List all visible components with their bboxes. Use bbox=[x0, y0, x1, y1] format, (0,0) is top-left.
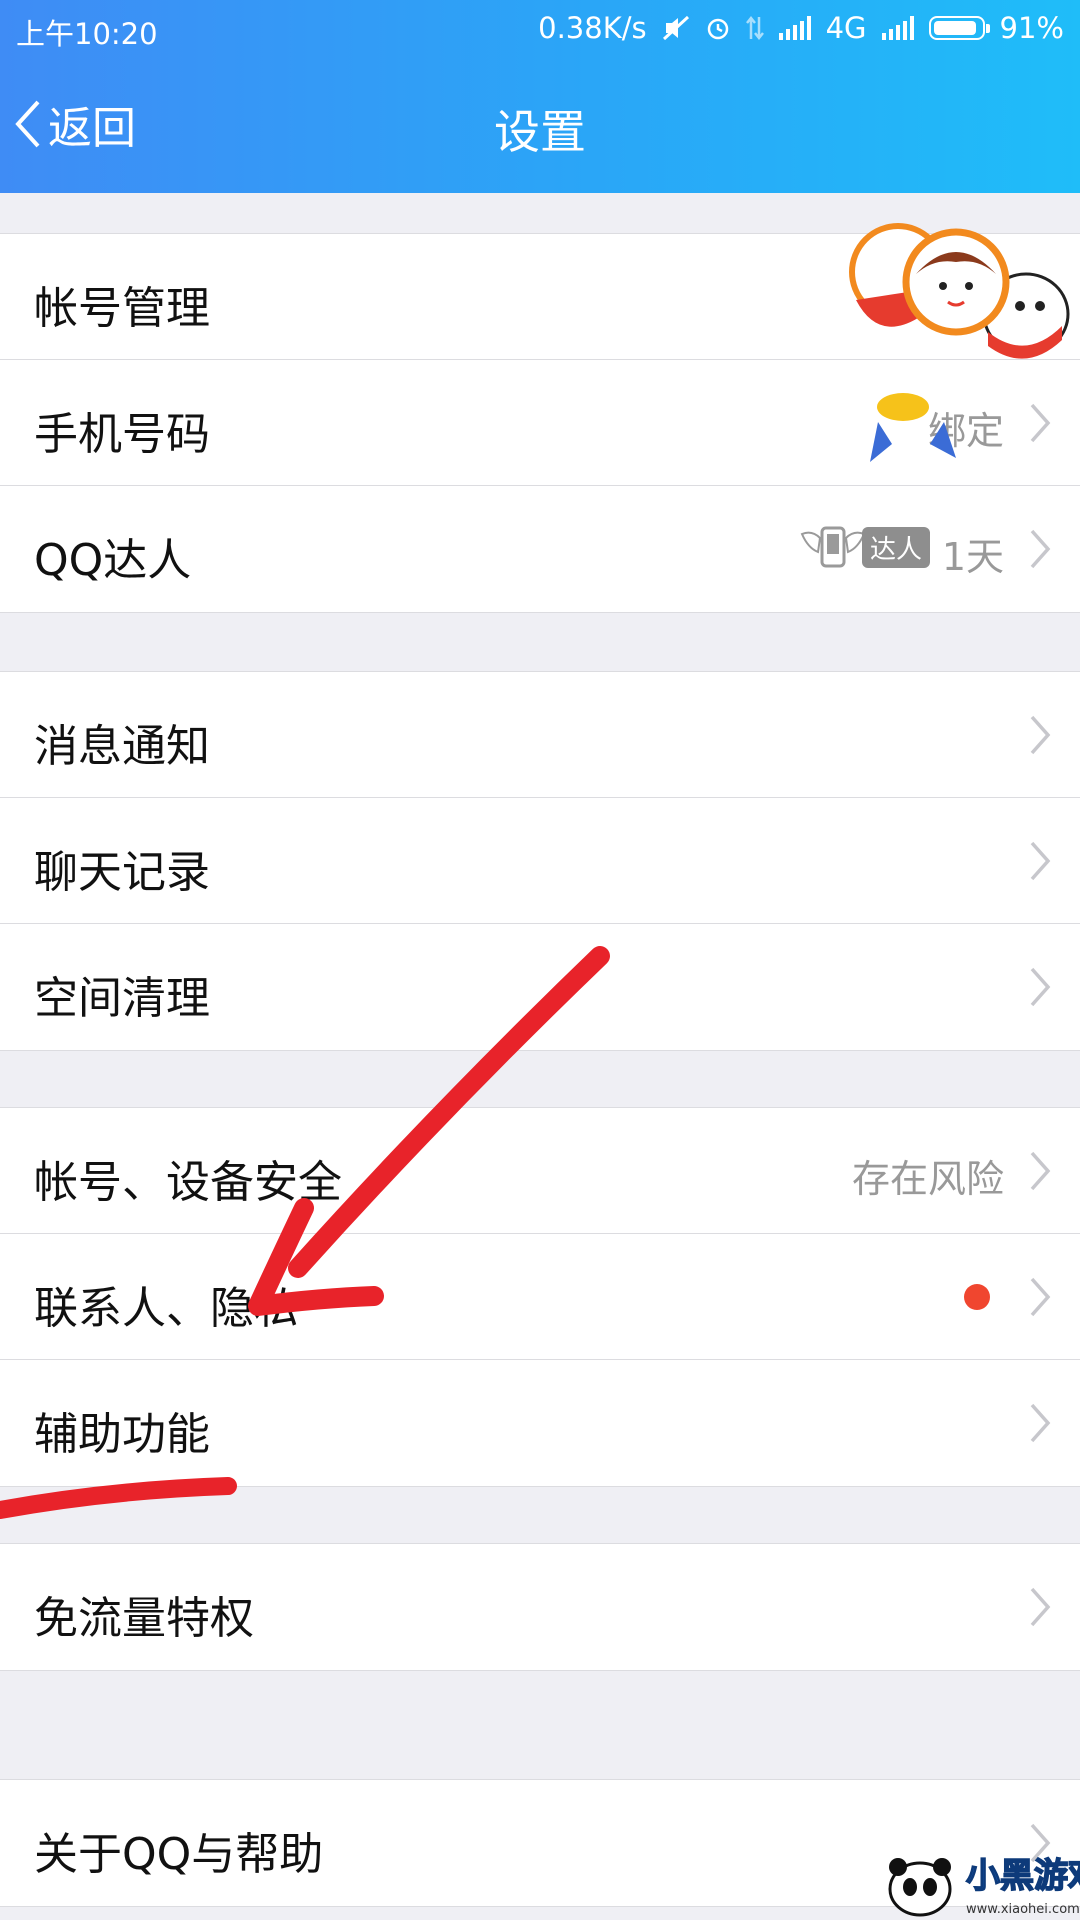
settings-row-chat-history[interactable]: 聊天记录 bbox=[0, 798, 1080, 924]
row-label: 联系人、隐私 bbox=[34, 1283, 298, 1334]
settings-row-accessibility[interactable]: 辅助功能 bbox=[0, 1360, 1080, 1486]
row-label: QQ达人 bbox=[34, 535, 192, 586]
status-time: 上午10:20 bbox=[16, 17, 158, 51]
chevron-right-icon bbox=[1030, 529, 1051, 569]
xiaohei-logo: 小黑游戏 www.xiaohei.com bbox=[888, 1855, 1080, 1917]
annotation-underline bbox=[0, 1477, 237, 1519]
settings-row-free-data[interactable]: 免流量特权 bbox=[0, 1544, 1080, 1670]
settings-row-storage-cleanup[interactable]: 空间清理 bbox=[0, 924, 1080, 1050]
svg-text:小黑游戏: 小黑游戏 bbox=[966, 1856, 1080, 1896]
mute-icon bbox=[662, 15, 689, 41]
row-label: 帐号、设备安全 bbox=[34, 1157, 342, 1208]
daren-badge: 达人 bbox=[798, 522, 930, 572]
chevron-right-icon bbox=[1030, 1587, 1051, 1627]
settings-group-data: 免流量特权 bbox=[0, 1543, 1080, 1671]
status-bar: 上午10:20 0.38K/s 4G 91% bbox=[0, 0, 1080, 58]
winged-phone-icon bbox=[800, 526, 866, 568]
header-bar: 上午10:20 0.38K/s 4G 91% 返回 设置 bbox=[0, 0, 1080, 193]
settings-row-device-security[interactable]: 帐号、设备安全 存在风险 bbox=[0, 1108, 1080, 1234]
row-label: 帐号管理 bbox=[34, 283, 210, 334]
settings-row-notifications[interactable]: 消息通知 bbox=[0, 672, 1080, 798]
alarm-icon bbox=[707, 18, 728, 40]
chevron-right-icon bbox=[1030, 967, 1051, 1007]
row-label: 关于QQ与帮助 bbox=[34, 1829, 324, 1880]
row-label: 聊天记录 bbox=[34, 847, 210, 898]
qq-mascot-icon[interactable] bbox=[848, 222, 1070, 472]
data-arrows-icon bbox=[745, 15, 764, 41]
chevron-right-icon bbox=[1030, 841, 1051, 881]
watermark-site: www.xiaohei.com bbox=[966, 1902, 1080, 1917]
row-label: 空间清理 bbox=[34, 973, 210, 1024]
chevron-right-icon bbox=[1030, 1277, 1051, 1317]
battery-icon bbox=[928, 16, 990, 40]
settings-group-security: 帐号、设备安全 存在风险 联系人、隐私 辅助功能 bbox=[0, 1107, 1080, 1487]
chevron-right-icon bbox=[1030, 1403, 1051, 1443]
new-indicator-dot bbox=[964, 1284, 990, 1310]
row-value: 1天 bbox=[941, 535, 1004, 579]
settings-row-contacts-privacy[interactable]: 联系人、隐私 bbox=[0, 1234, 1080, 1360]
daren-tag: 达人 bbox=[861, 526, 930, 568]
settings-group-messages: 消息通知 聊天记录 空间清理 bbox=[0, 671, 1080, 1051]
row-label: 辅助功能 bbox=[34, 1409, 210, 1460]
row-label: 免流量特权 bbox=[34, 1593, 254, 1644]
signal-icon-2 bbox=[881, 16, 914, 40]
network-type: 4G bbox=[825, 11, 867, 45]
signal-icon bbox=[778, 16, 811, 40]
page-title: 设置 bbox=[494, 105, 586, 159]
row-label: 手机号码 bbox=[34, 409, 210, 460]
settings-row-qq-daren[interactable]: QQ达人 达人 1天 bbox=[0, 486, 1080, 612]
network-speed: 0.38K/s bbox=[538, 11, 647, 45]
chevron-right-icon bbox=[1030, 1151, 1051, 1191]
battery-percent: 91% bbox=[999, 11, 1064, 45]
row-label: 消息通知 bbox=[34, 721, 210, 772]
row-value: 存在风险 bbox=[851, 1157, 1004, 1201]
chevron-right-icon bbox=[1030, 715, 1051, 755]
